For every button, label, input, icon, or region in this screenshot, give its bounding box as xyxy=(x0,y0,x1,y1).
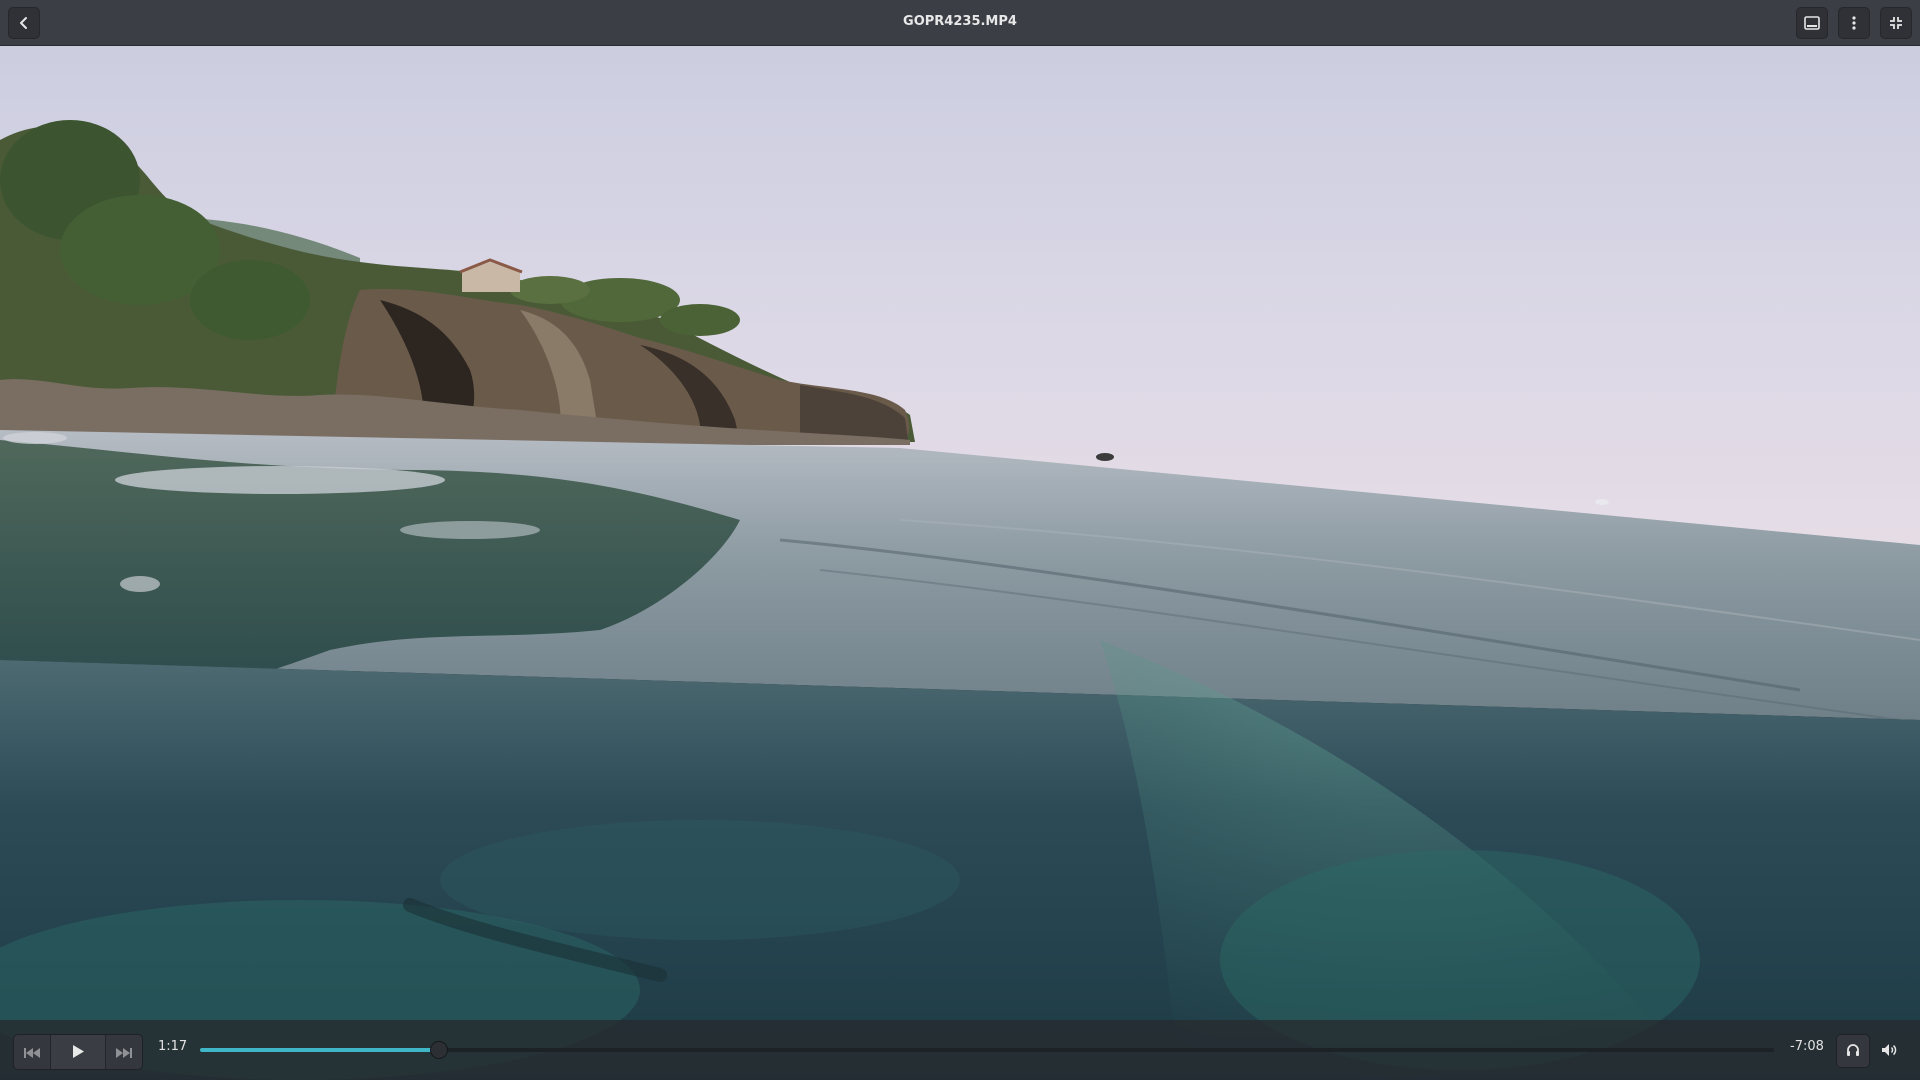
subtitles-icon xyxy=(1804,16,1820,30)
skip-back-icon xyxy=(24,1043,40,1062)
previous-button[interactable] xyxy=(14,1035,50,1069)
remaining-time: -7:08 xyxy=(1790,1039,1824,1054)
play-icon xyxy=(72,1043,84,1062)
menu-button[interactable] xyxy=(1838,7,1870,39)
seek-bar[interactable] xyxy=(200,1041,1774,1059)
subtitles-button[interactable] xyxy=(1796,7,1828,39)
volume-button[interactable] xyxy=(1872,1034,1906,1068)
vertical-dots-icon xyxy=(1852,16,1856,30)
next-button[interactable] xyxy=(106,1035,142,1069)
transport-group xyxy=(13,1034,143,1070)
video-scene xyxy=(0,0,1920,1080)
audio-track-button[interactable] xyxy=(1836,1034,1870,1068)
back-button[interactable] xyxy=(8,7,40,39)
skip-forward-icon xyxy=(116,1043,132,1062)
header-bar: GOPR4235.MP4 xyxy=(0,0,1920,46)
unfullscreen-button[interactable] xyxy=(1880,7,1912,39)
video-frame[interactable] xyxy=(0,0,1920,1080)
window-title: GOPR4235.MP4 xyxy=(903,14,1017,29)
seek-handle[interactable] xyxy=(430,1041,449,1059)
unfullscreen-icon xyxy=(1889,16,1903,30)
play-button[interactable] xyxy=(50,1035,106,1069)
speaker-icon xyxy=(1881,1042,1897,1061)
playback-controls: 1:17 -7:08 xyxy=(0,1020,1920,1080)
chevron-left-icon xyxy=(17,16,31,30)
headphones-icon xyxy=(1846,1042,1860,1061)
seek-progress xyxy=(200,1048,440,1052)
elapsed-time: 1:17 xyxy=(158,1039,188,1054)
